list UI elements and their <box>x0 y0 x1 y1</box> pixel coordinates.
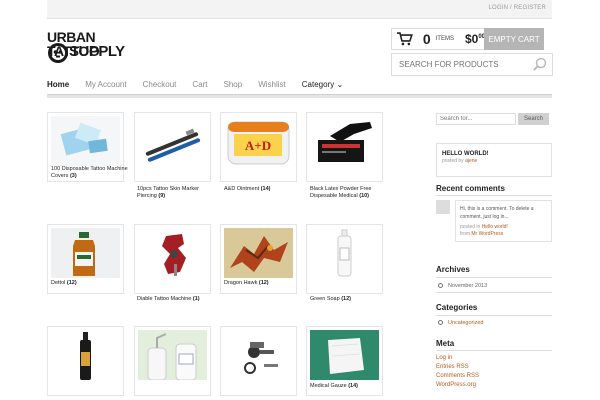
product-image <box>51 228 120 278</box>
site-logo[interactable]: URBAN TATTOO SUPPLY <box>47 28 127 76</box>
nav-home[interactable]: Home <box>47 80 69 94</box>
product-image <box>310 116 379 166</box>
svg-text:A+D: A+D <box>245 138 271 153</box>
main-nav: Home My Account Checkout Cart Shop Wishl… <box>47 80 552 94</box>
cart-count: 0 <box>422 31 431 47</box>
product-card[interactable] <box>134 326 211 396</box>
nav-category[interactable]: Category ⌄ <box>302 80 343 94</box>
category-item[interactable]: Uncategorized <box>438 320 483 326</box>
product-image <box>310 330 379 380</box>
chevron-down-icon: ⌄ <box>336 80 344 89</box>
post-title[interactable]: HELLO WORLD! <box>442 151 489 157</box>
product-title[interactable]: 100 Disposable Tattoo Machine Covers (3) <box>51 166 129 180</box>
product-search[interactable] <box>391 53 553 76</box>
login-register-link[interactable]: LOGIN / REGISTER <box>488 5 546 11</box>
product-image <box>51 330 120 380</box>
widget-divider <box>436 292 552 293</box>
archive-item[interactable]: November 2013 <box>438 283 487 289</box>
nav-shop[interactable]: Shop <box>224 80 243 94</box>
avatar <box>436 200 450 214</box>
sidebar-search-input[interactable] <box>436 113 516 125</box>
comment-meta: posted in Hello world! from Mr WordPress <box>460 224 508 237</box>
product-card[interactable] <box>306 224 383 294</box>
product-card[interactable] <box>306 112 383 182</box>
product-image <box>138 116 207 166</box>
comment-text: Hi, this is a comment. To delete a comme… <box>460 206 534 220</box>
product-title[interactable]: Medical Gauze (14) <box>310 383 388 390</box>
bullet-icon <box>438 320 443 326</box>
product-card[interactable]: A+D <box>220 112 297 182</box>
product-title[interactable]: Diable Tattoo Machine (1) <box>137 296 215 303</box>
nav-my-account[interactable]: My Account <box>85 80 126 94</box>
cart-icon <box>397 32 413 46</box>
product-image <box>138 228 207 278</box>
product-card[interactable] <box>134 112 211 182</box>
product-title[interactable]: Green Soap (12) <box>310 296 388 303</box>
widget-divider <box>436 195 552 196</box>
nav-wishlist[interactable]: Wishlist <box>258 80 286 94</box>
nav-divider <box>47 94 552 98</box>
product-title[interactable]: Black Latex Powder Free Dispesable Medic… <box>310 186 388 200</box>
meta-link-wordpress[interactable]: WordPress.org <box>436 382 476 388</box>
product-image <box>51 116 120 166</box>
product-image <box>224 228 293 278</box>
logo-line2: SUPPLY <box>69 43 125 60</box>
archives-heading: Archives <box>436 265 470 274</box>
empty-cart-button[interactable]: EMPTY CART <box>484 28 544 50</box>
widget-divider <box>436 315 552 316</box>
product-image <box>310 228 379 278</box>
meta-heading: Meta <box>436 339 455 348</box>
recent-comments-heading: Recent comments <box>436 184 505 193</box>
product-card[interactable] <box>47 326 124 396</box>
product-card[interactable] <box>134 224 211 294</box>
latest-post-widget: HELLO WORLD! posted by ajene <box>436 143 552 177</box>
cart-total: $000 <box>464 32 485 46</box>
nav-cart[interactable]: Cart <box>192 80 207 94</box>
meta-link-login[interactable]: Log in <box>436 355 452 361</box>
nav-checkout[interactable]: Checkout <box>143 80 177 94</box>
search-input[interactable] <box>397 59 531 70</box>
bullet-icon <box>438 283 443 289</box>
product-image <box>224 330 293 380</box>
categories-heading: Categories <box>436 303 478 312</box>
widget-divider <box>436 350 552 351</box>
product-image <box>138 330 207 380</box>
search-icon[interactable] <box>533 57 547 71</box>
product-title[interactable]: Dettol (12) <box>51 280 129 287</box>
product-title[interactable]: A&D Ointment (14) <box>224 186 302 193</box>
sidebar-search-button[interactable]: Search <box>518 113 549 125</box>
cart-widget[interactable]: 0 ITEMS $000 <box>391 28 486 50</box>
product-title[interactable]: 10pcs Tattoo Skin Marker Piercing (9) <box>137 186 215 200</box>
product-image: A+D <box>224 116 293 166</box>
meta-link-entries-rss[interactable]: Entries RSS <box>436 364 469 370</box>
product-card[interactable] <box>220 326 297 396</box>
cart-items-label: ITEMS <box>435 36 454 42</box>
widget-divider <box>436 277 552 278</box>
meta-link-comments-rss[interactable]: Comments RSS <box>436 373 479 379</box>
post-meta: posted by ajene <box>442 158 478 164</box>
top-bar: LOGIN / REGISTER <box>47 0 552 19</box>
recent-comment-box: Hi, this is a comment. To delete a comme… <box>455 200 552 242</box>
product-title[interactable]: Dragon Hawk (12) <box>224 280 302 287</box>
